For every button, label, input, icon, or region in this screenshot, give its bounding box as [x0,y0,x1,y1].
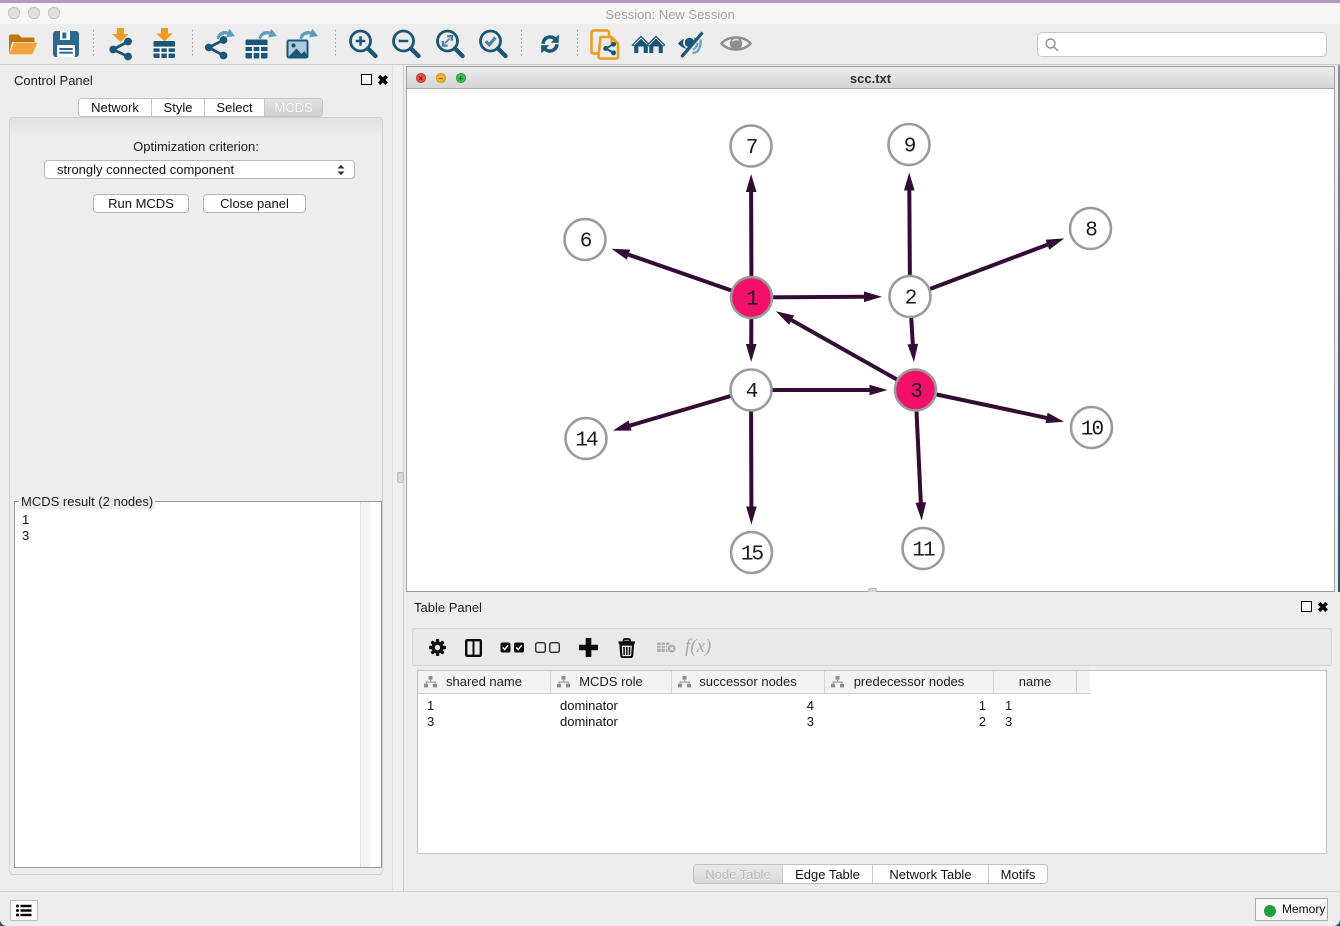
svg-text:3: 3 [910,381,922,404]
svg-text:6: 6 [580,231,592,254]
svg-text:15: 15 [741,544,764,567]
svg-text:7: 7 [746,137,757,160]
svg-text:f(x): f(x) [685,637,711,657]
svg-text:1: 1 [746,289,758,312]
svg-text:2: 2 [905,288,917,311]
svg-text:11: 11 [912,540,935,563]
svg-text:9: 9 [904,136,916,159]
svg-text:14: 14 [575,430,598,453]
svg-text:10: 10 [1081,419,1104,442]
svg-text:4: 4 [746,381,758,404]
svg-text:8: 8 [1085,220,1097,243]
